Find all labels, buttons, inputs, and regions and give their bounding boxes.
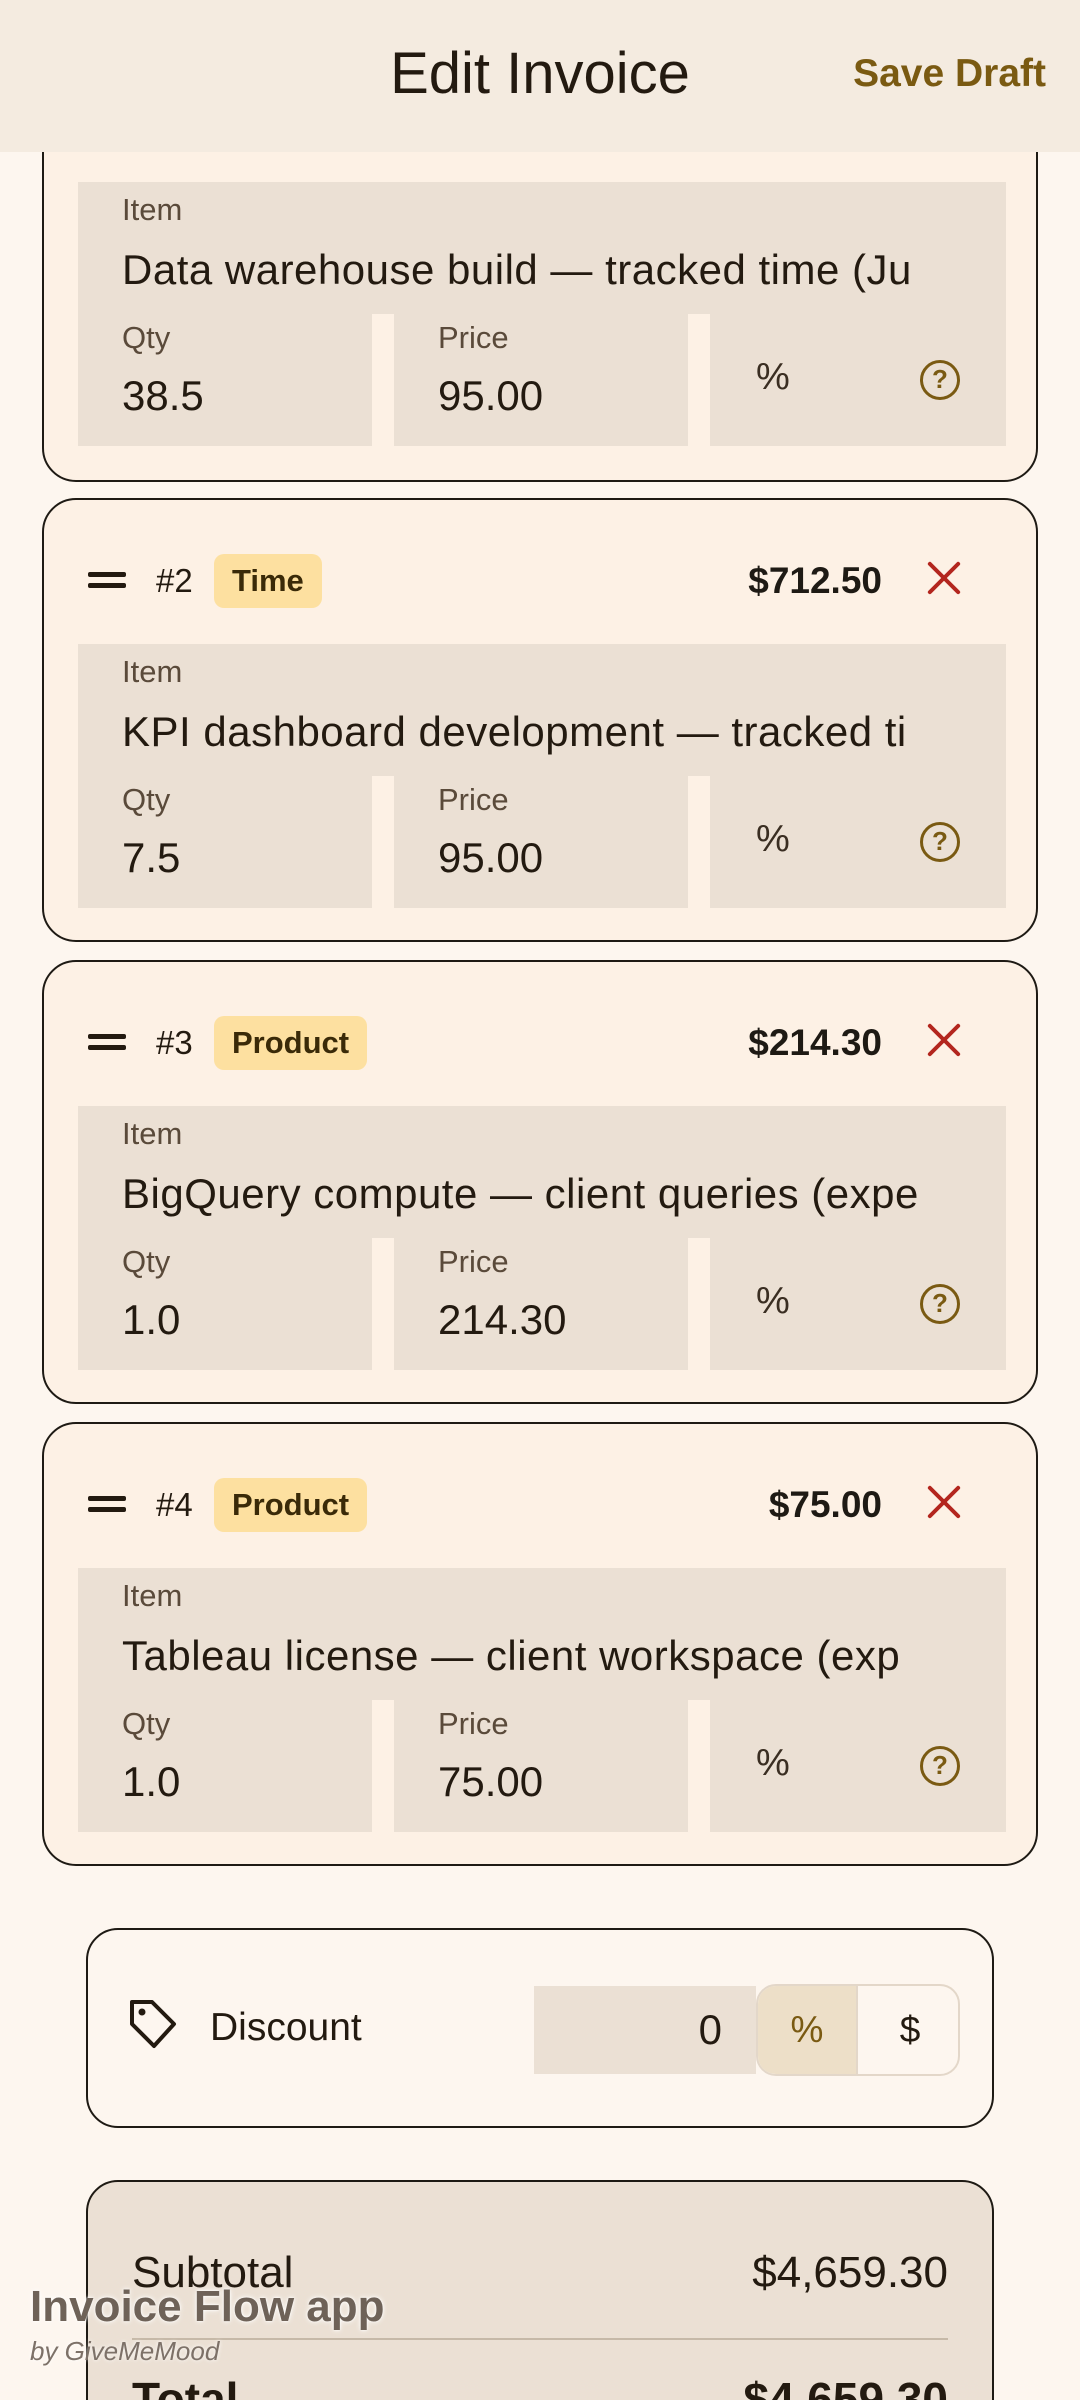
qty-field[interactable]: Qty 1.0 <box>78 1238 372 1370</box>
qty-value: 1.0 <box>122 1758 181 1805</box>
qty-label: Qty <box>122 782 171 817</box>
item-field-value: BigQuery compute — client queries (expe <box>122 1170 919 1217</box>
qty-field[interactable]: Qty 1.0 <box>78 1700 372 1832</box>
tax-percent-field[interactable]: % ? <box>710 1700 1006 1832</box>
qty-label: Qty <box>122 1244 171 1279</box>
help-circle-icon[interactable]: ? <box>920 1284 960 1324</box>
total-value: $4,659.30 <box>743 2373 948 2400</box>
tag-icon <box>130 2000 176 2048</box>
total-label: Total <box>132 2373 239 2400</box>
line-item-number: #3 <box>156 1024 193 1061</box>
drag-handle-icon[interactable] <box>88 1032 126 1052</box>
price-label: Price <box>438 1706 509 1741</box>
price-field[interactable]: Price 95.00 <box>394 314 688 446</box>
line-item-number: #4 <box>156 1486 193 1523</box>
drag-handle-icon[interactable] <box>88 570 126 590</box>
line-item-number: #2 <box>156 562 193 599</box>
app-bar: Edit Invoice Save Draft <box>0 0 1080 152</box>
item-description-field[interactable]: Item KPI dashboard development — tracked… <box>78 644 1006 776</box>
help-circle-icon[interactable]: ? <box>920 360 960 400</box>
line-item-amount: $712.50 <box>748 560 882 601</box>
discount-type-toggle: % $ <box>756 1984 960 2076</box>
item-description-field[interactable]: Item BigQuery compute — client queries (… <box>78 1106 1006 1238</box>
qty-value: 7.5 <box>122 834 181 881</box>
line-item-fields: Item KPI dashboard development — tracked… <box>78 644 1006 908</box>
save-draft-button[interactable]: Save Draft <box>853 52 1046 96</box>
line-item-fields: Item Data warehouse build — tracked time… <box>78 182 1006 446</box>
price-field[interactable]: Price 75.00 <box>394 1700 688 1832</box>
item-field-value: Tableau license — client workspace (exp <box>122 1632 901 1679</box>
discount-dollar-option[interactable]: $ <box>860 1986 958 2074</box>
discount-card: Discount 0 % $ <box>86 1928 994 2128</box>
app-watermark: Invoice Flow app by GiveMeMood <box>30 2282 385 2367</box>
percent-symbol: % <box>756 1742 790 1784</box>
price-value: 214.30 <box>438 1296 567 1343</box>
price-field[interactable]: Price 95.00 <box>394 776 688 908</box>
percent-symbol: % <box>756 1280 790 1322</box>
qty-label: Qty <box>122 320 171 355</box>
item-description-field[interactable]: Item Tableau license — client workspace … <box>78 1568 1006 1700</box>
item-field-label: Item <box>122 1116 183 1151</box>
line-item-fields: Item BigQuery compute — client queries (… <box>78 1106 1006 1370</box>
subtotal-value: $4,659.30 <box>752 2248 948 2297</box>
item-field-value: KPI dashboard development — tracked ti <box>122 708 907 755</box>
tax-percent-field[interactable]: % ? <box>710 1238 1006 1370</box>
price-label: Price <box>438 782 509 817</box>
close-icon[interactable] <box>924 558 964 598</box>
discount-label: Discount <box>210 2006 362 2049</box>
item-field-label: Item <box>122 654 183 689</box>
line-item-card: #3 Product $214.30 Item BigQuery compute… <box>42 960 1038 1404</box>
line-item-header: #3 Product $214.30 <box>44 1012 1036 1072</box>
item-field-label: Item <box>122 1578 183 1613</box>
line-item-header: #2 Time $712.50 <box>44 550 1036 610</box>
item-description-field[interactable]: Item Data warehouse build — tracked time… <box>78 182 1006 314</box>
tax-percent-field[interactable]: % ? <box>710 776 1006 908</box>
percent-symbol: % <box>756 356 790 398</box>
price-value: 95.00 <box>438 834 544 881</box>
invoice-scroll-area[interactable]: Item Data warehouse build — tracked time… <box>0 0 1080 2400</box>
price-value: 75.00 <box>438 1758 544 1805</box>
watermark-subtitle: by GiveMeMood <box>30 2336 220 2366</box>
line-item-amount: $214.30 <box>748 1022 882 1063</box>
item-field-value: Data warehouse build — tracked time (Ju <box>122 246 912 293</box>
price-label: Price <box>438 320 509 355</box>
item-field-label: Item <box>122 192 183 227</box>
close-icon[interactable] <box>924 1020 964 1060</box>
discount-input[interactable]: 0 <box>534 1986 756 2074</box>
qty-field[interactable]: Qty 38.5 <box>78 314 372 446</box>
line-item-fields: Item Tableau license — client workspace … <box>78 1568 1006 1832</box>
price-value: 95.00 <box>438 372 544 419</box>
percent-symbol: % <box>756 818 790 860</box>
qty-value: 1.0 <box>122 1296 181 1343</box>
line-item-card: #2 Time $712.50 Item KPI dashboard devel… <box>42 498 1038 942</box>
qty-field[interactable]: Qty 7.5 <box>78 776 372 908</box>
price-label: Price <box>438 1244 509 1279</box>
price-field[interactable]: Price 214.30 <box>394 1238 688 1370</box>
discount-percent-option[interactable]: % <box>758 1986 858 2074</box>
line-item-amount: $75.00 <box>768 1484 882 1525</box>
item-type-badge: Product <box>214 1016 368 1070</box>
line-item-header: #4 Product $75.00 <box>44 1474 1036 1534</box>
help-circle-icon[interactable]: ? <box>920 822 960 862</box>
tax-percent-field[interactable]: % ? <box>710 314 1006 446</box>
help-circle-icon[interactable]: ? <box>920 1746 960 1786</box>
drag-handle-icon[interactable] <box>88 1494 126 1514</box>
qty-label: Qty <box>122 1706 171 1741</box>
close-icon[interactable] <box>924 1482 964 1522</box>
qty-value: 38.5 <box>122 372 204 419</box>
item-type-badge: Time <box>214 554 322 608</box>
item-type-badge: Product <box>214 1478 368 1532</box>
line-item-card: #4 Product $75.00 Item Tableau license —… <box>42 1422 1038 1866</box>
watermark-title: Invoice Flow app <box>30 2282 385 2331</box>
